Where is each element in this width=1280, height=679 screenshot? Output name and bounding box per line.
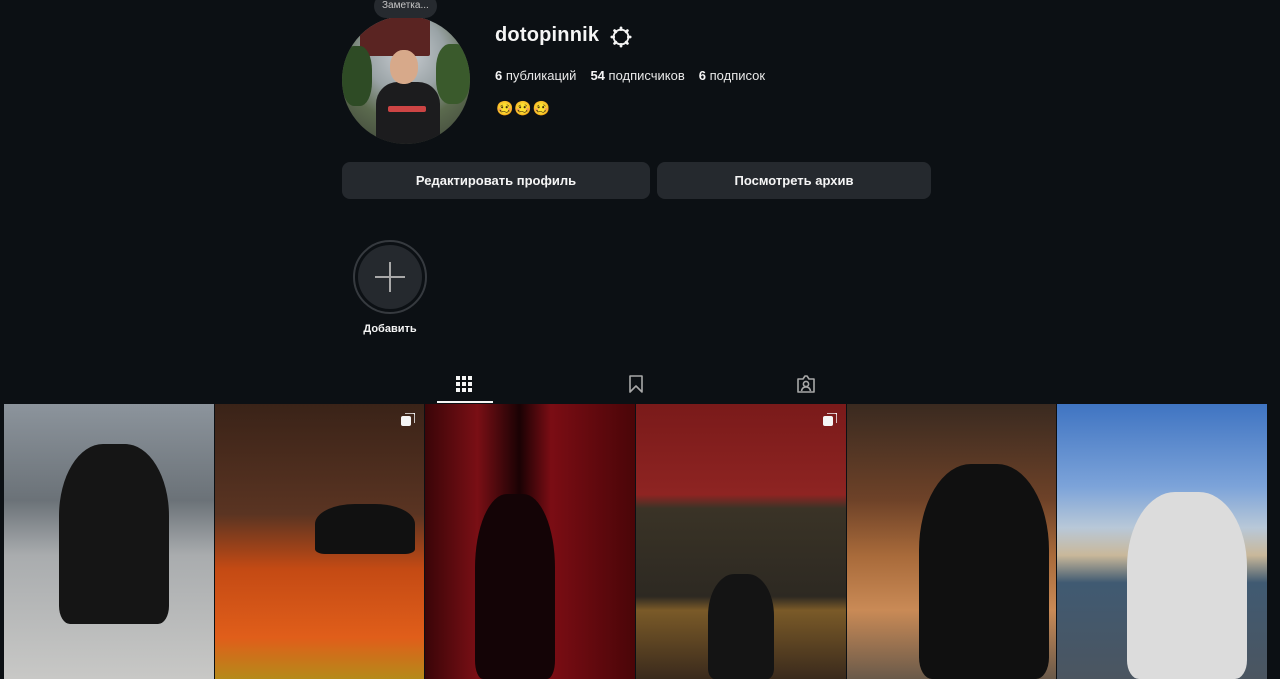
bookmark-icon[interactable] — [626, 374, 646, 394]
posts-label: публикаций — [505, 68, 577, 83]
post-tile[interactable] — [4, 404, 214, 679]
carousel-icon — [401, 413, 416, 426]
view-archive-button[interactable]: Посмотреть архив — [657, 162, 931, 199]
followers-count: 54 — [590, 68, 605, 83]
following-label: подписок — [709, 68, 766, 83]
carousel-icon — [822, 413, 837, 426]
edit-profile-button[interactable]: Редактировать профиль — [342, 162, 650, 199]
profile-bio: 🥴🥴🥴 — [496, 100, 552, 116]
followers-stat[interactable]: 54 подписчиков — [590, 68, 684, 83]
plus-icon — [375, 262, 405, 292]
followers-label: подписчиков — [608, 68, 685, 83]
following-stat[interactable]: 6 подписок — [699, 68, 765, 83]
posts-stat[interactable]: 6 публикаций — [495, 68, 576, 83]
post-tile[interactable] — [846, 404, 1057, 679]
posts-grid — [4, 404, 1268, 679]
grid-icon[interactable] — [454, 374, 474, 394]
post-tile[interactable] — [214, 404, 425, 679]
tagged-user-icon[interactable] — [796, 374, 816, 394]
following-count: 6 — [698, 68, 706, 83]
posts-count: 6 — [495, 68, 503, 83]
add-highlight-label: Добавить — [363, 323, 417, 335]
settings-gear-icon[interactable] — [610, 26, 632, 48]
active-tab-indicator — [437, 401, 493, 403]
avatar-image — [342, 16, 470, 144]
note-bubble[interactable]: Заметка... — [374, 0, 437, 18]
post-tile[interactable] — [425, 404, 636, 679]
profile-stats: 6 публикаций 54 подписчиков 6 подписок — [495, 68, 765, 83]
profile-avatar[interactable] — [342, 16, 470, 144]
username: dotopinnik — [495, 24, 600, 46]
post-tile[interactable] — [636, 404, 846, 679]
post-tile[interactable] — [1057, 404, 1268, 679]
